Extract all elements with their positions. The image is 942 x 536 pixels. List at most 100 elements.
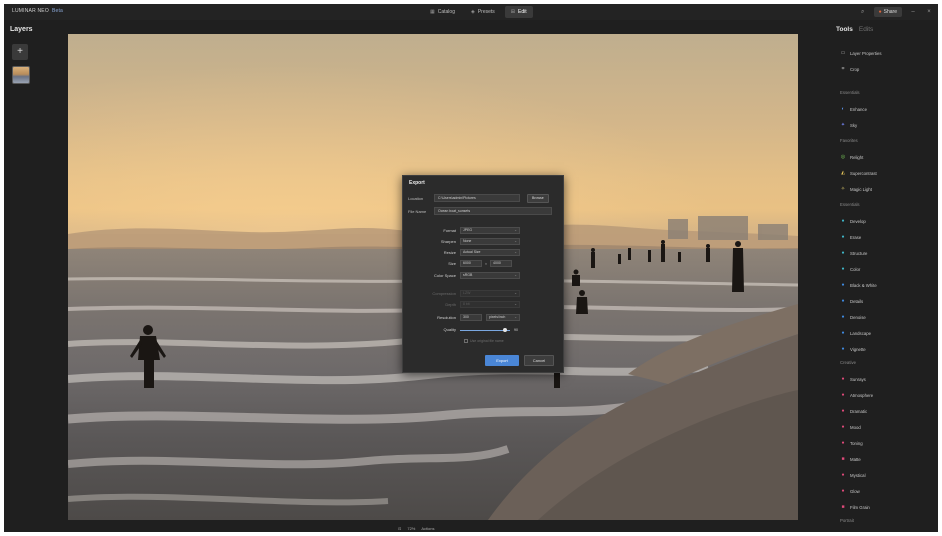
export-button[interactable]: Export	[485, 355, 519, 366]
chevron-down-icon: ⌄	[514, 250, 517, 254]
filename-field[interactable]: Ocean boat_sunsets	[434, 207, 552, 215]
tool-item[interactable]: ● Erase	[840, 232, 861, 242]
layers-panel: Layers +	[4, 20, 66, 532]
mode-tab-catalog[interactable]: ▦ Catalog	[424, 6, 461, 18]
structure-icon: ●	[841, 250, 845, 256]
top-bar: LUMINAR NEO Beta ▦ Catalog ◈ Presets ⊞ Edit ⌕ …	[4, 4, 938, 20]
field-value: Actual Size	[463, 250, 481, 254]
tool-item[interactable]: ● Toning	[840, 438, 862, 448]
tool-item[interactable]: ⌗ Crop	[840, 64, 860, 74]
tool-item[interactable]: ◐ Enhance	[840, 104, 866, 114]
tool-item[interactable]: ■ Matte	[840, 454, 861, 464]
tool-item[interactable]: ■ Film Grain	[840, 502, 870, 512]
actions-menu[interactable]: Actions	[421, 526, 434, 531]
tool-label: Glow	[850, 488, 860, 494]
minimize-icon[interactable]: –	[908, 9, 918, 15]
mood-icon: ●	[841, 424, 845, 430]
crop-icon: ⌗	[841, 66, 845, 72]
field-label: Format	[443, 228, 456, 233]
tool-item[interactable]: ◎ Relight	[840, 152, 864, 162]
tool-item[interactable]: ● Glow	[840, 486, 860, 496]
mode-tab-edit[interactable]: ⊞ Edit	[504, 6, 533, 18]
tool-label: Black & White	[850, 282, 877, 288]
field-resolution: Resolution 300 pixels/inch ⌄	[404, 313, 520, 322]
catalog-icon: ▦	[430, 9, 435, 15]
tool-label: Film Grain	[850, 504, 870, 510]
search-icon[interactable]: ⌕	[858, 9, 868, 16]
tool-label: Structure	[850, 250, 868, 256]
quality-slider-handle[interactable]	[503, 327, 507, 332]
zoom-level[interactable]: 72%	[407, 526, 415, 531]
tool-label: Vignette	[850, 346, 866, 352]
quality-slider[interactable]	[460, 327, 510, 332]
tool-item[interactable]: ● Dramatic	[840, 406, 867, 416]
chevron-down-icon: ⌄	[514, 291, 517, 295]
add-layer-button[interactable]: +	[12, 44, 28, 60]
layer-thumbnail[interactable]	[12, 66, 30, 84]
denoise-icon: ●	[841, 314, 845, 320]
mode-tab-presets[interactable]: ◈ Presets	[465, 6, 501, 18]
app-name: LUMINAR NEO	[12, 8, 49, 14]
app-window: LUMINAR NEO Beta ▦ Catalog ◈ Presets ⊞ Edit ⌕ …	[4, 4, 938, 532]
chevron-down-icon: ⌄	[514, 273, 517, 277]
tool-item[interactable]: ✧ Magic Light	[840, 184, 872, 194]
field-value: sRGB	[463, 273, 473, 277]
original-name-checkbox[interactable]	[464, 339, 468, 343]
size-separator: ×	[485, 261, 488, 266]
height-input[interactable]: 4000	[490, 260, 513, 267]
field-label: Resolution	[437, 315, 456, 320]
enhance-icon: ◐	[841, 106, 845, 112]
tool-item[interactable]: ● Denoise	[840, 312, 865, 322]
tool-item[interactable]: ● Mood	[840, 422, 860, 432]
original-name-option[interactable]: Use original file name	[464, 339, 504, 343]
tool-item[interactable]: ▭ Layer Properties	[840, 48, 882, 58]
tool-item[interactable]: ● Landscape	[840, 328, 871, 338]
tool-label: Sky	[850, 122, 858, 128]
field-select[interactable]: None ⌄	[460, 238, 520, 245]
top-right-controls: ⌕ ● Share – ×	[858, 6, 934, 18]
tab-edits[interactable]: Edits	[859, 26, 873, 33]
tool-item[interactable]: ✦ Sky	[840, 120, 857, 130]
tool-item[interactable]: ● Vignette	[840, 344, 866, 354]
width-input[interactable]: 6000	[460, 260, 482, 267]
share-button[interactable]: ● Share	[873, 7, 902, 17]
field-resize: Resize Actual Size ⌄	[404, 248, 520, 257]
tab-tools[interactable]: Tools	[836, 26, 853, 33]
tool-item[interactable]: ● Develop	[840, 216, 865, 226]
tool-label: Layer Properties	[850, 50, 882, 56]
tool-item[interactable]: ● Sunrays	[840, 374, 865, 384]
field-select[interactable]: sRGB ⌄	[460, 272, 520, 279]
toning-icon: ●	[841, 440, 845, 446]
field-select[interactable]: Actual Size ⌄	[460, 249, 520, 256]
close-icon[interactable]: ×	[924, 9, 934, 15]
tool-label: Matte	[850, 456, 861, 462]
field-value: None	[463, 239, 472, 243]
tool-label: Atmosphere	[850, 392, 874, 398]
cancel-button[interactable]: Cancel	[524, 355, 554, 366]
fit-view-icon[interactable]: ⊡	[398, 526, 401, 531]
location-field[interactable]: C:\Users\admin\Pictures	[434, 194, 520, 202]
tool-item[interactable]: ● Mystical	[840, 470, 865, 480]
tool-item[interactable]: ● Color	[840, 264, 860, 274]
resolution-input[interactable]: 300	[460, 314, 482, 321]
tool-item[interactable]: ◭ Supercontrast	[840, 168, 877, 178]
tool-item[interactable]: ● Structure	[840, 248, 867, 258]
sunrays-icon: ●	[841, 376, 845, 382]
tool-item[interactable]: ● Black & White	[840, 280, 877, 290]
field-value: LZW	[463, 291, 471, 295]
tool-section-title: Favorites	[840, 138, 858, 143]
resolution-unit-select[interactable]: pixels/inch ⌄	[486, 314, 520, 321]
browse-button[interactable]: Browse	[527, 194, 549, 203]
tool-item[interactable]: ● Atmosphere	[840, 390, 873, 400]
chevron-down-icon: ⌄	[514, 228, 517, 232]
field-value: JPEG	[463, 228, 473, 232]
location-label: Location	[408, 195, 424, 201]
tool-item[interactable]: ● Details	[840, 296, 863, 306]
tool-label: Crop	[850, 66, 860, 72]
tool-label: Erase	[850, 234, 862, 240]
filename-label: File Name	[408, 208, 427, 214]
tool-label: Magic Light	[850, 186, 872, 192]
field-select[interactable]: JPEG ⌄	[460, 227, 520, 234]
tools-tabs: Tools Edits	[836, 26, 873, 33]
glow-icon: ●	[841, 488, 845, 494]
